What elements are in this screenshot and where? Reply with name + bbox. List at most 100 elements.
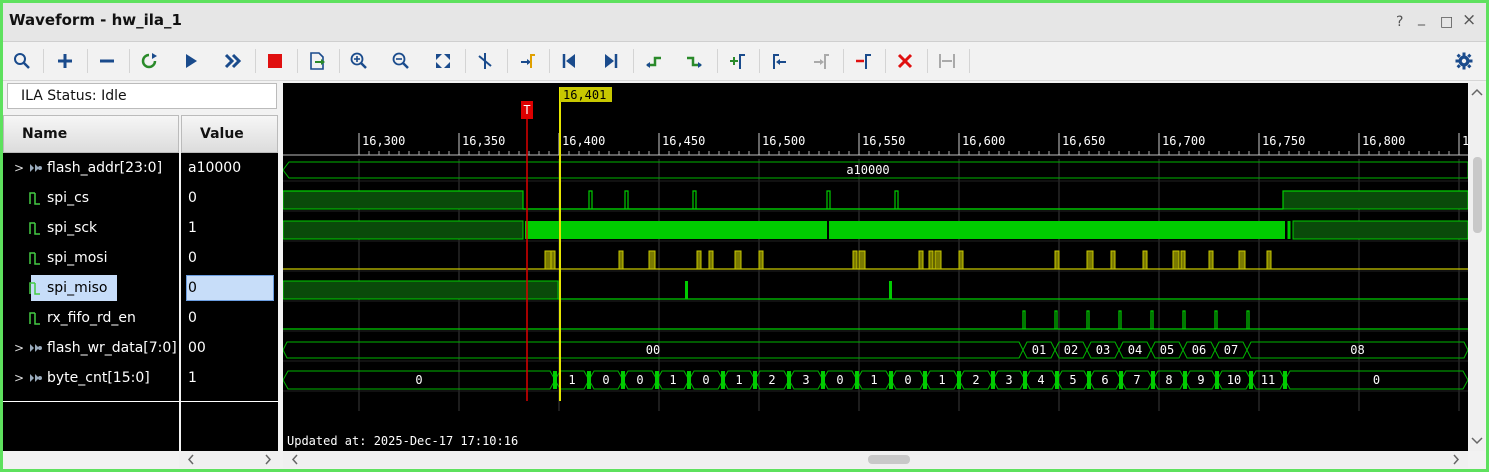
- ila-status-label: ILA Status:: [21, 88, 97, 104]
- bus-transition: [553, 371, 557, 389]
- bus-transition: [923, 371, 927, 389]
- signal-pulse: [858, 250, 866, 270]
- bus-value-label: 02: [1064, 343, 1078, 357]
- stop-icon[interactable]: [260, 48, 290, 74]
- bus-transition: [957, 371, 961, 389]
- signal-pulse: [692, 190, 697, 209]
- expand-arrow-icon[interactable]: >: [14, 341, 24, 355]
- bus-value-label: 06: [1192, 343, 1206, 357]
- delete-icon[interactable]: [890, 48, 920, 74]
- run-immediate-icon[interactable]: [218, 48, 248, 74]
- swap-cursor-icon[interactable]: [932, 48, 962, 74]
- signal-name: byte_cnt[15:0]: [47, 370, 150, 386]
- add-marker-icon[interactable]: [722, 48, 752, 74]
- close-icon[interactable]: ×: [1462, 12, 1476, 29]
- signal-pulse: [696, 250, 702, 270]
- ruler-tick-label: 16,400: [562, 134, 605, 148]
- signal-value: 0: [188, 310, 197, 326]
- wire-signal-icon: [29, 192, 40, 205]
- ruler-tick-label: 16,500: [762, 134, 805, 148]
- signal-pulse: [624, 190, 629, 209]
- signal-name: rx_fifo_rd_en: [47, 310, 136, 326]
- signal-name: spi_miso: [47, 280, 108, 296]
- signal-pulse: [894, 190, 899, 209]
- signal-pulse: [958, 250, 964, 270]
- value-column-header[interactable]: Value: [181, 115, 278, 153]
- prev-transition-icon[interactable]: [638, 48, 668, 74]
- signal-toggle-block: [525, 221, 1285, 239]
- bus-value-label: 01: [1032, 343, 1046, 357]
- signal-row-byte-cnt[interactable]: > byte_cnt[15:0]: [3, 363, 179, 393]
- go-to-end-icon[interactable]: [596, 48, 626, 74]
- bus-transition: [1183, 371, 1187, 389]
- signal-pulse: [1054, 310, 1058, 329]
- export-icon[interactable]: [302, 48, 332, 74]
- zoom-out-icon[interactable]: [386, 48, 416, 74]
- expand-arrow-icon[interactable]: >: [14, 371, 24, 385]
- prev-marker-icon[interactable]: [764, 48, 794, 74]
- ruler-tick-label: 16,800: [1362, 134, 1405, 148]
- refresh-icon[interactable]: [134, 48, 164, 74]
- bus-transition: [1023, 371, 1027, 389]
- signal-row-flash-wr-data[interactable]: > flash_wr_data[7:0]: [3, 333, 179, 363]
- value-horizontal-scrollbar[interactable]: [179, 451, 280, 468]
- signal-pulse: [1086, 310, 1090, 329]
- bus-value-label: 0: [602, 373, 609, 387]
- title-bar: Waveform - hw_ila_1 ? _ □ ×: [3, 3, 1486, 42]
- go-to-marker-icon[interactable]: [512, 48, 542, 74]
- remove-marker-icon[interactable]: [848, 48, 878, 74]
- signal-shaded-region: [283, 280, 559, 300]
- bus-value-label: 00: [646, 343, 660, 357]
- vertical-scrollbar[interactable]: [1469, 83, 1485, 451]
- bus-value-label: 05: [1160, 343, 1174, 357]
- signal-row-spi-mosi[interactable]: spi_mosi: [3, 243, 179, 273]
- go-to-start-icon[interactable]: [554, 48, 584, 74]
- signal-row-flash-addr[interactable]: > flash_addr[23:0]: [3, 153, 179, 183]
- signal-pulse: [734, 250, 742, 270]
- zoom-fit-icon[interactable]: [428, 48, 458, 74]
- search-icon[interactable]: [7, 48, 37, 74]
- signal-value: 00: [188, 340, 206, 356]
- signal-row-spi-miso[interactable]: spi_miso: [3, 273, 179, 303]
- ila-status: ILA Status: Idle: [7, 83, 277, 109]
- ruler-tick-label: 16,550: [862, 134, 905, 148]
- signal-row-rx-fifo-rd-en[interactable]: rx_fifo_rd_en: [3, 303, 179, 333]
- wave-horizontal-scrollbar[interactable]: [283, 451, 1468, 468]
- bus-value-label: 3: [802, 373, 809, 387]
- waveform-canvas[interactable]: 16,300 16,350 16,400 16,450 16,500 16,550 16,6…: [283, 83, 1468, 451]
- signal-pulse: [1086, 250, 1094, 270]
- run-trigger-icon[interactable]: [176, 48, 206, 74]
- restore-icon[interactable]: □: [1440, 15, 1453, 29]
- minimize-icon[interactable]: _: [1418, 11, 1425, 25]
- bus-transition: [655, 371, 659, 389]
- next-transition-icon[interactable]: [680, 48, 710, 74]
- bus-value-label: 0: [904, 373, 911, 387]
- bus-value-label: 8: [1165, 373, 1172, 387]
- signal-pulse: [544, 250, 552, 270]
- remove-icon[interactable]: [92, 48, 122, 74]
- signal-name-panel: > flash_addr[23:0] spi_cs spi_sck spi_mo…: [3, 153, 179, 451]
- bus-transition: [721, 371, 725, 389]
- bus-value-label: 2: [972, 373, 979, 387]
- signal-row-spi-sck[interactable]: spi_sck: [3, 213, 179, 243]
- zoom-in-icon[interactable]: [344, 48, 374, 74]
- signal-row-spi-cs[interactable]: spi_cs: [3, 183, 179, 213]
- name-column-header[interactable]: Name: [3, 115, 179, 153]
- cursor-toggle-icon[interactable]: [470, 48, 500, 74]
- divider: [3, 401, 179, 402]
- signal-pulse: [928, 250, 934, 270]
- bus-value-label: 10: [1227, 373, 1241, 387]
- signal-pulse: [934, 250, 942, 270]
- bus-transition: [821, 371, 825, 389]
- bus-value-label: 0: [636, 373, 643, 387]
- waveform-area[interactable]: 16,300 16,350 16,400 16,450 16,500 16,550 16,6…: [283, 83, 1468, 451]
- expand-arrow-icon[interactable]: >: [14, 161, 24, 175]
- settings-gear-icon[interactable]: [1449, 48, 1479, 74]
- bus-value-label: 4: [1037, 373, 1044, 387]
- next-marker-icon[interactable]: [806, 48, 836, 74]
- signal-name: spi_sck: [47, 220, 98, 236]
- bus-value-label: 1: [938, 373, 945, 387]
- help-icon[interactable]: ?: [1396, 15, 1403, 29]
- zoom-add-icon[interactable]: [50, 48, 80, 74]
- bus-value-label: 0: [836, 373, 843, 387]
